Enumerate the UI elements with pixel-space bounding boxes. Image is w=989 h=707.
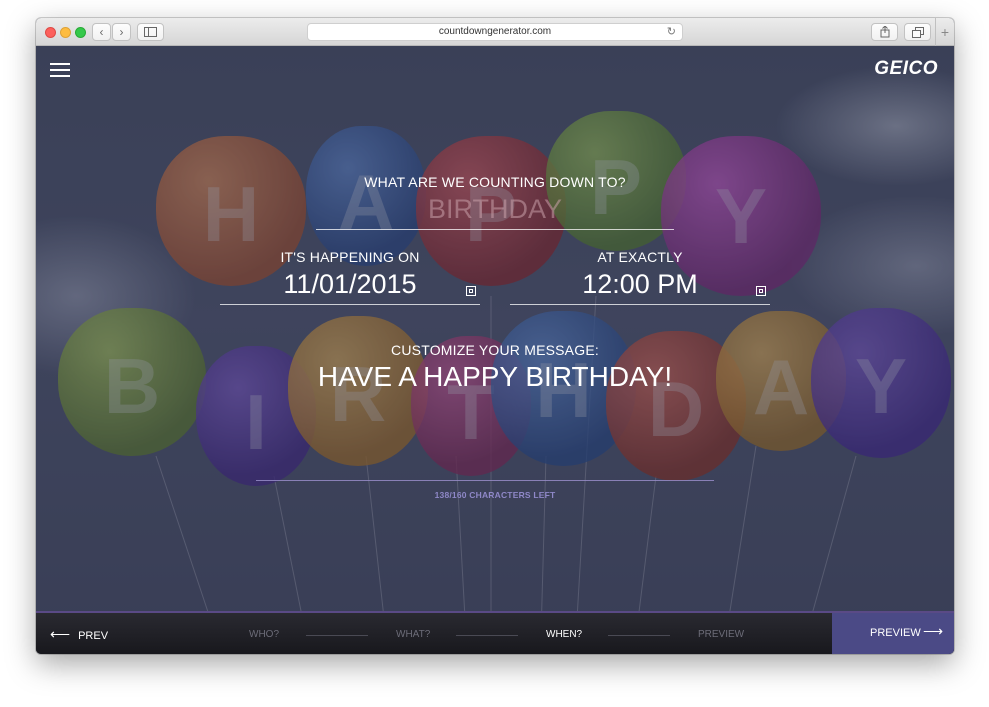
back-button[interactable]: ‹ [92, 23, 111, 41]
step-when[interactable]: WHEN? [546, 629, 582, 640]
arrow-right-icon: ⟶ [923, 623, 944, 639]
new-tab-button[interactable]: + [935, 18, 954, 46]
tabs-overview-button[interactable] [904, 23, 931, 41]
preview-label: PREVIEW [870, 627, 921, 639]
date-underline [220, 304, 480, 305]
date-label: IT'S HAPPENING ON [280, 249, 420, 265]
message-label: CUSTOMIZE YOUR MESSAGE: [391, 342, 599, 358]
tabs-icon [911, 27, 924, 38]
share-button[interactable] [871, 23, 898, 41]
characters-left: 138/160 CHARACTERS LEFT [434, 490, 556, 500]
hamburger-menu-icon[interactable] [50, 63, 70, 77]
sidebar-icon [144, 27, 157, 37]
preview-button[interactable]: PREVIEW ⟶ [832, 613, 954, 654]
time-label: AT EXACTLY [597, 249, 683, 265]
date-input[interactable]: 11/01/2015 [220, 269, 480, 300]
calendar-icon[interactable] [466, 286, 476, 296]
step-preview[interactable]: PREVIEW [698, 629, 744, 640]
geico-logo[interactable]: GEICO [874, 58, 938, 80]
minimize-window-button[interactable] [60, 27, 71, 38]
time-input[interactable]: 12:00 PM [510, 269, 770, 300]
step-what[interactable]: WHAT? [396, 629, 430, 640]
zoom-window-button[interactable] [75, 27, 86, 38]
prev-label: PREV [78, 630, 109, 642]
address-bar[interactable]: countdowngenerator.com ↻ [307, 23, 683, 41]
step-separator [608, 635, 670, 636]
event-underline [316, 229, 674, 230]
event-label: WHAT ARE WE COUNTING DOWN TO? [364, 174, 626, 190]
prev-button[interactable]: ⟵ PREV [50, 626, 108, 643]
step-separator [306, 635, 368, 636]
close-window-button[interactable] [45, 27, 56, 38]
browser-titlebar: ‹ › countdowngenerator.com ↻ + [36, 18, 954, 46]
step-separator [456, 635, 518, 636]
sidebar-toggle-button[interactable] [137, 23, 164, 41]
step-who[interactable]: WHO? [249, 629, 279, 640]
share-icon [880, 25, 889, 38]
event-input[interactable]: BIRTHDAY [316, 194, 674, 225]
countdown-page: H A P P Y B I R T H D A Y GEICO WHAT ARE… [36, 46, 954, 654]
url-text: countdowngenerator.com [438, 26, 552, 37]
reload-icon[interactable]: ↻ [667, 24, 676, 40]
message-underline [256, 480, 714, 481]
message-input[interactable]: HAVE A HAPPY BIRTHDAY! [256, 361, 734, 393]
clock-icon[interactable] [756, 286, 766, 296]
browser-window: ‹ › countdowngenerator.com ↻ + H A P P Y… [36, 18, 954, 654]
step-navigation: ⟵ PREV WHO? WHAT? WHEN? PREVIEW PREVIEW ⟶ [36, 611, 954, 654]
chevron-right-icon: › [119, 25, 124, 39]
arrow-left-icon: ⟵ [50, 626, 71, 642]
forward-button[interactable]: › [112, 23, 131, 41]
time-underline [510, 304, 770, 305]
chevron-left-icon: ‹ [99, 25, 104, 39]
